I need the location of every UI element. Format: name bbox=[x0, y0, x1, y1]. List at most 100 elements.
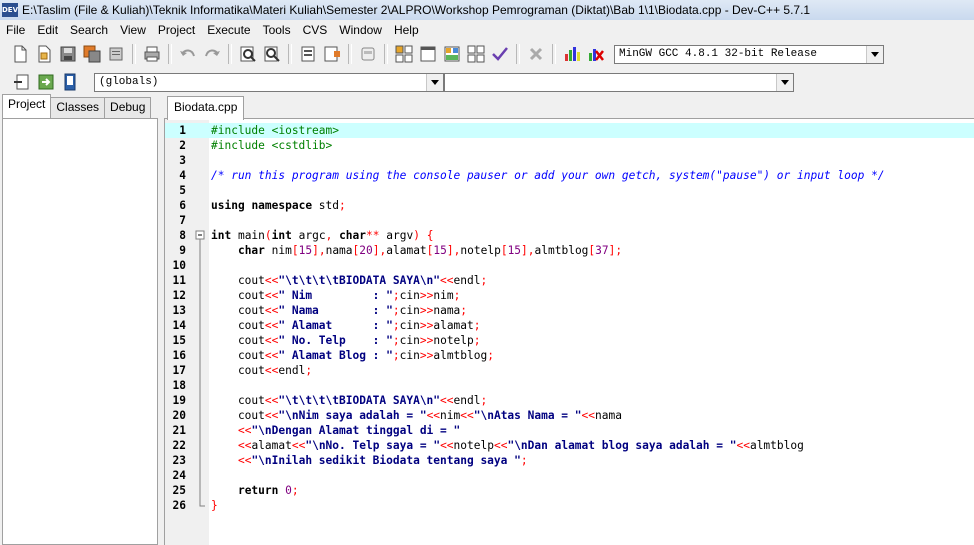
tab-debug[interactable]: Debug bbox=[104, 97, 152, 118]
line-number: 23 bbox=[172, 454, 186, 467]
code-token: " Nim : " bbox=[278, 289, 393, 302]
code-line[interactable]: 1 #include <iostream> bbox=[165, 123, 974, 138]
code-line[interactable]: 5 bbox=[165, 183, 974, 198]
class-browser-button[interactable] bbox=[59, 71, 81, 93]
print-button[interactable] bbox=[141, 43, 163, 65]
code-token: ; bbox=[305, 364, 313, 377]
close-file-button[interactable] bbox=[105, 43, 127, 65]
window-button[interactable] bbox=[417, 43, 439, 65]
menu-search[interactable]: Search bbox=[64, 23, 114, 37]
menu-view[interactable]: View bbox=[114, 23, 152, 37]
open-file-button[interactable] bbox=[33, 43, 55, 65]
delete-profile-button[interactable] bbox=[585, 43, 607, 65]
chevron-down-icon[interactable] bbox=[866, 45, 883, 63]
line-text: cout<<"\t\t\t\tBIODATA SAYA\n"<<endl; bbox=[211, 393, 487, 408]
menu-file[interactable]: File bbox=[0, 23, 31, 37]
redo-button[interactable] bbox=[201, 43, 223, 65]
code-token: >> bbox=[419, 349, 434, 362]
compile-button[interactable] bbox=[357, 43, 379, 65]
code-token: almtblog bbox=[433, 349, 488, 362]
chevron-down-icon[interactable] bbox=[776, 73, 793, 91]
goto-line-button[interactable] bbox=[297, 43, 319, 65]
code-line[interactable]: 22 <<alamat<<"\nNo. Telp saya = "<<notel… bbox=[165, 438, 974, 453]
project-tree[interactable] bbox=[2, 118, 158, 545]
save-all-button[interactable] bbox=[81, 43, 103, 65]
code-token: nama bbox=[595, 409, 622, 422]
code-line[interactable]: 3 bbox=[165, 153, 974, 168]
code-editor[interactable]: 1 #include <iostream> 2 #include <cstdlib> 3… bbox=[164, 118, 974, 545]
menu-bar: File Edit Search View Project Execute To… bbox=[0, 20, 974, 40]
file-tab[interactable]: Biodata.cpp bbox=[167, 96, 245, 120]
scope-select[interactable]: (globals) bbox=[94, 72, 444, 92]
menu-window[interactable]: Window bbox=[333, 23, 388, 37]
code-line[interactable]: 13 cout<<" Nama : ";cin>>nama; bbox=[165, 303, 974, 318]
line-text: #include <iostream> bbox=[211, 123, 339, 138]
code-token: main bbox=[231, 229, 265, 242]
goto-declaration-button[interactable] bbox=[35, 71, 57, 93]
compiler-select[interactable]: MinGW GCC 4.8.1 32-bit Release bbox=[614, 44, 884, 64]
code-token: >> bbox=[419, 289, 434, 302]
code-token: "\nDengan Alamat tinggal di = " bbox=[251, 424, 461, 437]
code-token: ; bbox=[473, 319, 481, 332]
member-select[interactable] bbox=[444, 72, 794, 92]
code-token: << bbox=[264, 394, 279, 407]
syntax-check-button[interactable] bbox=[489, 43, 511, 65]
menu-tools[interactable]: Tools bbox=[257, 23, 297, 37]
menu-cvs[interactable]: CVS bbox=[297, 23, 334, 37]
tab-classes[interactable]: Classes bbox=[50, 97, 106, 118]
code-line[interactable]: 14 cout<<" Alamat : ";cin>>alamat; bbox=[165, 318, 974, 333]
fold-line-icon bbox=[199, 243, 201, 258]
code-line[interactable]: 12 cout<<" Nim : ";cin>>nim; bbox=[165, 288, 974, 303]
menu-edit[interactable]: Edit bbox=[31, 23, 64, 37]
fold-line-icon bbox=[199, 453, 201, 468]
stop-button[interactable] bbox=[525, 43, 547, 65]
chevron-down-icon[interactable] bbox=[426, 73, 443, 91]
tile-button[interactable] bbox=[465, 43, 487, 65]
code-line[interactable]: 10 bbox=[165, 258, 974, 273]
code-line[interactable]: 26} bbox=[165, 498, 974, 513]
layout-button[interactable] bbox=[441, 43, 463, 65]
menu-project[interactable]: Project bbox=[152, 23, 201, 37]
code-line[interactable]: 17 cout<<endl; bbox=[165, 363, 974, 378]
replace-button[interactable] bbox=[261, 43, 283, 65]
code-line[interactable]: 2 #include <cstdlib> bbox=[165, 138, 974, 153]
fold-line-icon bbox=[199, 468, 201, 483]
fold-collapse-icon[interactable] bbox=[194, 228, 207, 243]
undo-button[interactable] bbox=[177, 43, 199, 65]
goto-line-icon bbox=[301, 46, 315, 62]
left-panel: Project Classes Debug bbox=[0, 94, 160, 545]
code-line[interactable]: 23 <<"\nInilah sedikit Biodata tentang s… bbox=[165, 453, 974, 468]
code-token: { bbox=[426, 229, 434, 242]
code-line[interactable]: 6 using namespace std; bbox=[165, 198, 974, 213]
line-text: cout<<" Alamat : ";cin>>alamat; bbox=[211, 318, 481, 333]
toggle-bookmark-button[interactable] bbox=[321, 43, 343, 65]
code-token: notelp bbox=[433, 334, 474, 347]
code-token: ; bbox=[291, 484, 299, 497]
profile-button[interactable] bbox=[561, 43, 583, 65]
code-line[interactable]: 25 return 0; bbox=[165, 483, 974, 498]
code-line[interactable]: 8 int main(int argc, char** argv) { bbox=[165, 228, 974, 243]
tab-project[interactable]: Project bbox=[2, 94, 52, 118]
code-line[interactable]: 9 char nim[15],nama[20],alamat[15],notel… bbox=[165, 243, 974, 258]
code-line[interactable]: 16 cout<<" Alamat Blog : ";cin>>almtblog… bbox=[165, 348, 974, 363]
code-line[interactable]: 7 bbox=[165, 213, 974, 228]
code-line[interactable]: 20 cout<<"\nNim saya adalah = "<<nim<<"\… bbox=[165, 408, 974, 423]
menu-help[interactable]: Help bbox=[388, 23, 425, 37]
insert-button[interactable] bbox=[11, 71, 33, 93]
fold-line-icon bbox=[199, 348, 201, 363]
code-line[interactable]: 19 cout<<"\t\t\t\tBIODATA SAYA\n"<<endl; bbox=[165, 393, 974, 408]
menu-execute[interactable]: Execute bbox=[201, 23, 256, 37]
code-line[interactable]: 21 <<"\nDengan Alamat tinggal di = " bbox=[165, 423, 974, 438]
find-button[interactable] bbox=[237, 43, 259, 65]
project-new-button[interactable] bbox=[393, 43, 415, 65]
code-line[interactable]: 11 cout<<"\t\t\t\tBIODATA SAYA\n"<<endl; bbox=[165, 273, 974, 288]
save-button[interactable] bbox=[57, 43, 79, 65]
code-token: << bbox=[264, 364, 279, 377]
new-file-button[interactable] bbox=[9, 43, 31, 65]
code-line[interactable]: 18 bbox=[165, 378, 974, 393]
line-text: /* run this program using the console pa… bbox=[211, 168, 885, 183]
code-line[interactable]: 15 cout<<" No. Telp : ";cin>>notelp; bbox=[165, 333, 974, 348]
code-line[interactable]: 24 bbox=[165, 468, 974, 483]
code-line[interactable]: 4 /* run this program using the console p… bbox=[165, 168, 974, 183]
